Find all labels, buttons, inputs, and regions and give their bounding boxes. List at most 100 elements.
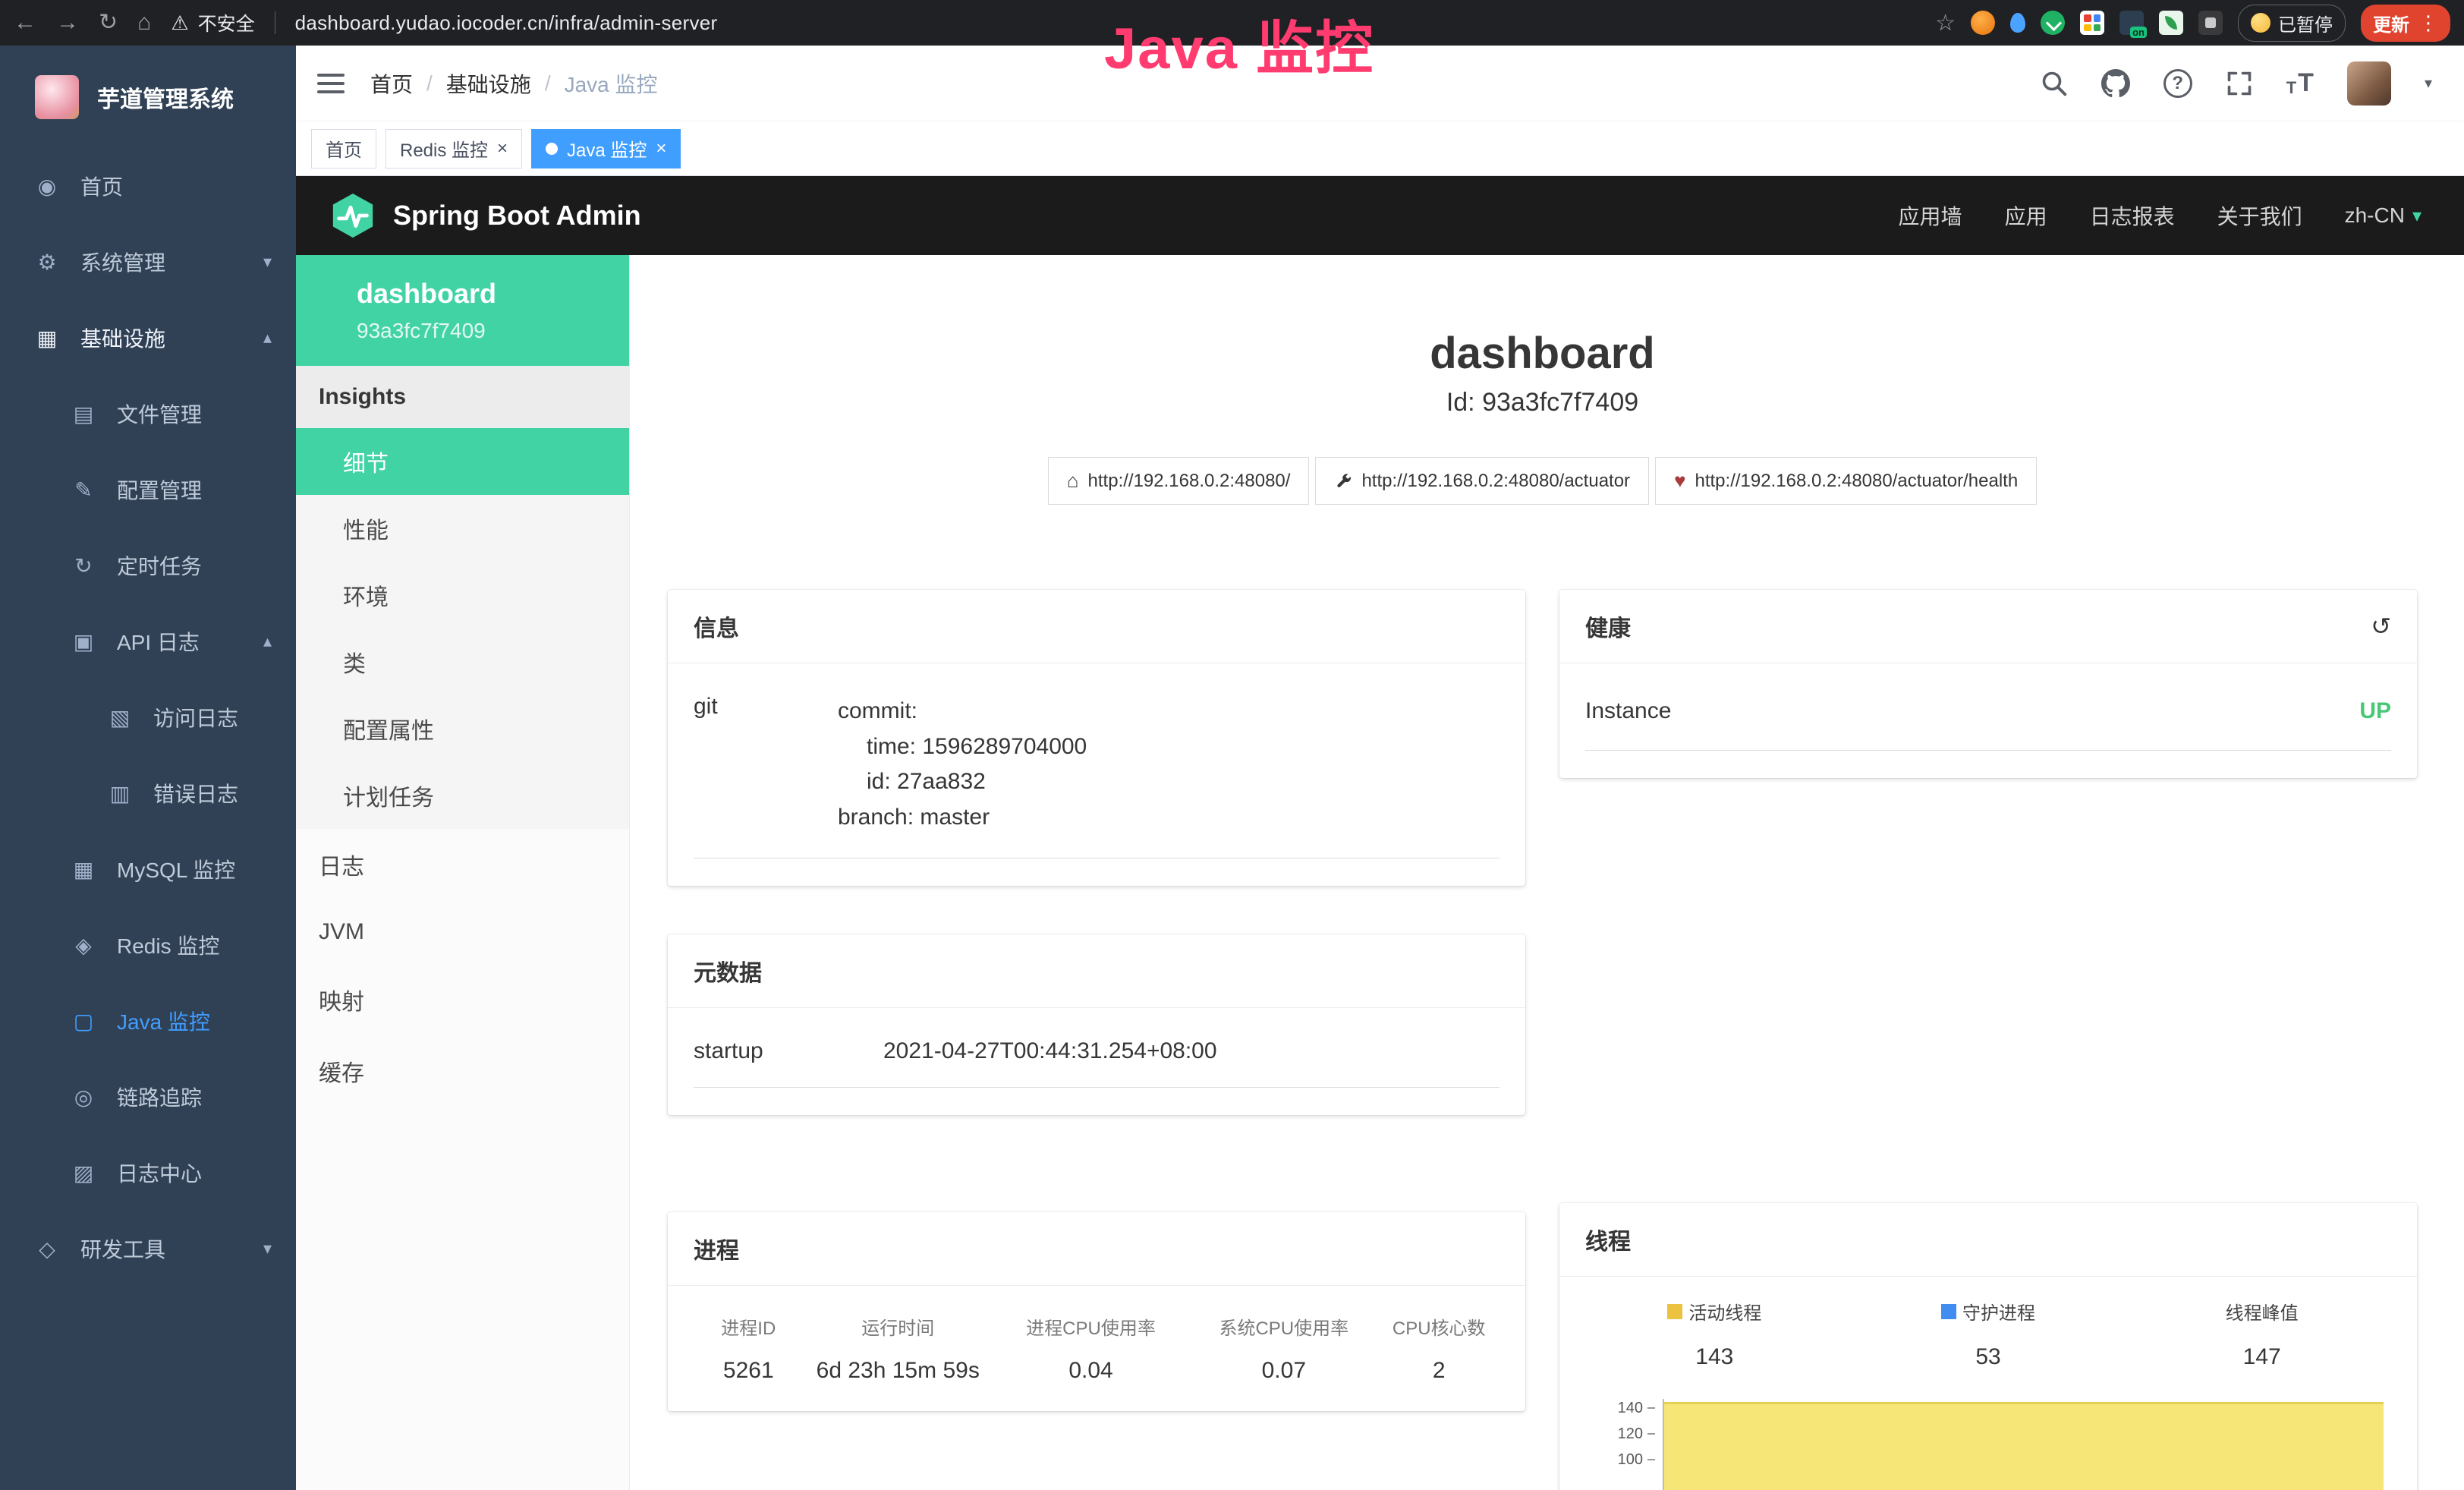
sidebar-item-label: 系统管理	[80, 247, 165, 277]
sidebar-item-access-logs[interactable]: ▧ 访问日志	[0, 679, 296, 755]
sidebar-item-infrastructure[interactable]: ▦ 基础设施 ▴	[0, 300, 296, 376]
sba-item-caches[interactable]: 缓存	[296, 1035, 629, 1107]
chrome-update-button[interactable]: 更新 ⋮	[2361, 5, 2450, 42]
tab-redis-monitor[interactable]: Redis 监控 ×	[385, 129, 522, 169]
legend-label: 活动线程	[1688, 1298, 1761, 1325]
sidebar-item-label: MySQL 监控	[117, 854, 235, 884]
language-selector[interactable]: zh-CN ▾	[2345, 203, 2422, 228]
sidebar-item-api-logs[interactable]: ▣ API 日志 ▴	[0, 603, 296, 679]
sidebar-item-file-management[interactable]: ▤ 文件管理	[0, 376, 296, 452]
sba-item-scheduled-tasks[interactable]: 计划任务	[296, 762, 629, 829]
extension-on-badge-icon[interactable]: on	[2119, 11, 2144, 35]
app-title: 芋道管理系统	[97, 80, 234, 114]
trace-icon: ◎	[70, 1085, 97, 1110]
tab-home[interactable]: 首页	[311, 129, 376, 169]
sidebar-item-java-monitor[interactable]: ▢ Java 监控	[0, 983, 296, 1059]
sidebar-item-error-logs[interactable]: ▥ 错误日志	[0, 755, 296, 831]
sidebar-item-mysql-monitor[interactable]: ▦ MySQL 监控	[0, 831, 296, 907]
forward-icon[interactable]: →	[56, 11, 79, 34]
sba-item-details[interactable]: 细节	[296, 428, 629, 495]
infrastructure-icon: ▦	[33, 326, 61, 351]
actuator-url-link[interactable]: http://192.168.0.2:48080/actuator	[1315, 457, 1649, 505]
tab-label: Java 监控	[567, 135, 647, 162]
sba-nav-journal[interactable]: 日志报表	[2090, 200, 2175, 231]
close-icon[interactable]: ×	[656, 138, 666, 159]
breadcrumb-infrastructure[interactable]: 基础设施	[446, 68, 531, 99]
sba-content: dashboard Id: 93a3fc7f7409 ⌂ http://192.…	[630, 255, 2464, 1490]
breadcrumb-home[interactable]: 首页	[370, 68, 413, 99]
close-icon[interactable]: ×	[497, 138, 508, 159]
sba-item-mappings[interactable]: 映射	[296, 964, 629, 1035]
app-logo[interactable]: 芋道管理系统	[0, 46, 296, 148]
sidebar-item-label: 配置管理	[117, 474, 202, 505]
extension-drop-icon[interactable]	[2010, 13, 2025, 33]
sidebar-item-home[interactable]: ◉ 首页	[0, 148, 296, 224]
instance-url-link[interactable]: ⌂ http://192.168.0.2:48080/	[1048, 457, 1310, 505]
sidebar-item-dev-tools[interactable]: ◇ 研发工具 ▾	[0, 1211, 296, 1287]
help-icon[interactable]: ?	[2163, 69, 2192, 98]
extension-fox-icon[interactable]	[1971, 11, 1995, 35]
threads-card-title: 线程	[1585, 1223, 1631, 1256]
user-avatar[interactable]	[2347, 61, 2391, 106]
health-url-link[interactable]: ♥ http://192.168.0.2:48080/actuator/heal…	[1655, 457, 2037, 505]
sba-item-logs[interactable]: 日志	[296, 829, 629, 900]
metadata-card: 元数据 startup 2021-04-27T00:44:31.254+08:0…	[668, 934, 1525, 1115]
metadata-card-title: 元数据	[694, 954, 762, 988]
sba-nav-wall[interactable]: 应用墙	[1899, 200, 1962, 231]
sba-nav-about[interactable]: 关于我们	[2217, 200, 2302, 231]
site-security-chip[interactable]: ⚠ 不安全	[171, 9, 254, 36]
sba-section-insights[interactable]: Insights	[296, 366, 629, 428]
breadcrumb-separator: /	[426, 71, 433, 96]
startup-value: 2021-04-27T00:44:31.254+08:00	[883, 1038, 1217, 1064]
val-system-cpu: 0.07	[1189, 1358, 1378, 1384]
sba-item-environment[interactable]: 环境	[296, 562, 629, 628]
history-icon[interactable]: ↺	[2371, 612, 2391, 641]
home-icon[interactable]: ⌂	[137, 11, 151, 34]
sidebar-item-scheduled-tasks[interactable]: ↻ 定时任务	[0, 528, 296, 603]
sidebar-item-config-management[interactable]: ✎ 配置管理	[0, 452, 296, 528]
sba-header: Spring Boot Admin 应用墙 应用 日志报表 关于我们 zh-CN…	[296, 176, 2464, 255]
daemon-threads-value: 53	[1852, 1344, 2126, 1370]
extension-puzzle-icon[interactable]	[2198, 11, 2223, 35]
sidebar-item-log-center[interactable]: ▨ 日志中心	[0, 1135, 296, 1211]
hamburger-icon[interactable]	[317, 74, 345, 93]
sidebar-item-system-management[interactable]: ⚙ 系统管理 ▾	[0, 224, 296, 300]
sidebar-item-redis-monitor[interactable]: ◈ Redis 监控	[0, 907, 296, 983]
sba-item-classes[interactable]: 类	[296, 628, 629, 695]
sidebar-item-label: 文件管理	[117, 398, 202, 429]
sba-item-config-props[interactable]: 配置属性	[296, 695, 629, 762]
monitor-icon: ▢	[70, 1009, 97, 1034]
search-icon[interactable]	[2041, 70, 2068, 97]
chevron-down-icon: ▾	[263, 1239, 272, 1258]
active-threads-swatch-icon	[1667, 1304, 1682, 1319]
sidebar-item-link-tracing[interactable]: ◎ 链路追踪	[0, 1059, 296, 1135]
paused-badge[interactable]: 已暂停	[2238, 5, 2346, 42]
font-size-icon[interactable]: T T	[2286, 68, 2314, 98]
address-bar[interactable]: dashboard.yudao.iocoder.cn/infra/admin-s…	[295, 11, 718, 35]
sidebar-item-label: 日志中心	[117, 1158, 202, 1188]
github-icon[interactable]	[2101, 69, 2130, 98]
threads-chart: 140 120 100	[1600, 1396, 2387, 1490]
warning-icon: ⚠	[171, 11, 188, 35]
bookmark-star-icon[interactable]: ☆	[1935, 10, 1956, 36]
sba-item-performance[interactable]: 性能	[296, 495, 629, 562]
process-table-header: 进程ID 运行时间 进程CPU使用率 系统CPU使用率 CPU核心数	[694, 1313, 1499, 1340]
sba-nav-applications[interactable]: 应用	[2005, 200, 2047, 231]
kebab-menu-icon[interactable]: ⋮	[2418, 11, 2438, 35]
tab-java-monitor[interactable]: Java 监控 ×	[531, 129, 681, 169]
instance-header[interactable]: dashboard 93a3fc7f7409	[296, 255, 629, 366]
sba-brand[interactable]: Spring Boot Admin	[393, 200, 641, 232]
extension-grid-icon[interactable]	[2080, 11, 2104, 35]
instance-health-row[interactable]: Instance UP	[1585, 691, 2391, 751]
breadcrumb-separator: /	[545, 71, 551, 96]
sba-item-jvm[interactable]: JVM	[296, 900, 629, 964]
extension-leaf-icon[interactable]	[2159, 11, 2183, 35]
health-card-title: 健康	[1585, 610, 1631, 643]
extension-green-check-icon[interactable]	[2041, 11, 2065, 35]
link-text: http://192.168.0.2:48080/actuator	[1361, 471, 1630, 492]
back-icon[interactable]: ←	[14, 11, 36, 34]
fullscreen-icon[interactable]	[2226, 70, 2253, 97]
col-system-cpu: 系统CPU使用率	[1189, 1313, 1378, 1340]
reload-icon[interactable]: ↻	[99, 11, 118, 34]
avatar-caret-icon[interactable]: ▾	[2425, 74, 2432, 93]
